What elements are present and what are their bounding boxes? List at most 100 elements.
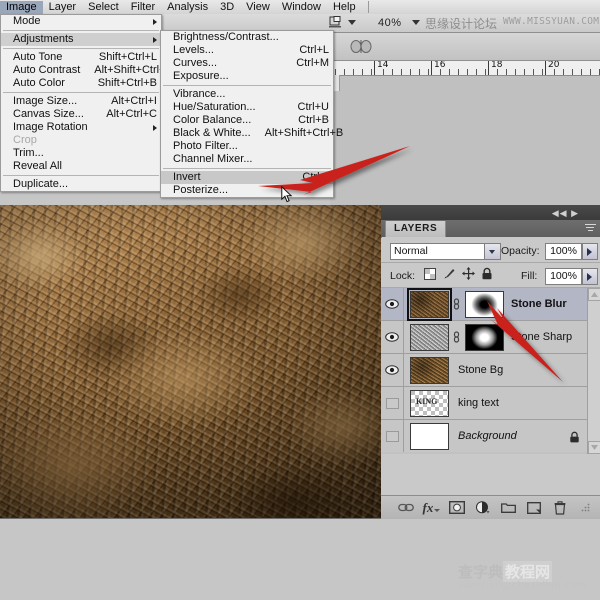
menu-row-auto-color[interactable]: Auto Color Shift+Ctrl+B — [1, 77, 161, 90]
chevron-down-icon[interactable] — [484, 244, 500, 259]
fill-input[interactable]: 100% — [545, 268, 582, 285]
menu-item-view[interactable]: View — [240, 1, 276, 14]
lock-all-icon[interactable] — [481, 267, 493, 280]
eye-icon-hidden[interactable] — [386, 431, 399, 442]
submenu-row-channel-mixer[interactable]: Channel Mixer... — [161, 153, 333, 166]
layer-name[interactable]: Stone Sharp — [511, 331, 572, 343]
layer-thumbnail[interactable] — [410, 324, 449, 351]
screen-mode-chevron-down-icon[interactable] — [348, 20, 356, 25]
zoom-level-value[interactable]: 40% — [378, 17, 402, 29]
menu-row-reveal-all[interactable]: Reveal All — [1, 160, 161, 173]
lock-transparent-pixels-icon[interactable] — [424, 268, 436, 280]
eye-icon[interactable] — [385, 332, 399, 342]
menu-row-label: Hue/Saturation... — [173, 101, 256, 114]
table-row[interactable]: Background — [381, 420, 587, 452]
layer-visibility-cell[interactable] — [381, 321, 404, 353]
image-canvas[interactable] — [0, 205, 384, 519]
lock-image-pixels-icon[interactable] — [443, 267, 456, 280]
layer-name[interactable]: king text — [458, 397, 499, 409]
menu-item-window[interactable]: Window — [276, 1, 327, 14]
layer-thumbnail[interactable] — [410, 291, 449, 318]
menu-item-analysis[interactable]: Analysis — [161, 1, 214, 14]
eye-icon[interactable] — [385, 299, 399, 309]
menu-row-auto-contrast[interactable]: Auto Contrast Alt+Shift+Ctrl+L — [1, 64, 161, 77]
table-row[interactable]: Stone Sharp — [381, 321, 587, 354]
add-layer-mask-icon[interactable] — [444, 497, 470, 519]
collapse-panel-icon[interactable]: ◀◀ ▶ — [552, 208, 579, 219]
menu-item-3d[interactable]: 3D — [214, 1, 240, 14]
menu-bar: Image Layer Select Filter Analysis 3D Vi… — [0, 0, 600, 15]
panel-resize-grip-icon[interactable] — [572, 497, 598, 519]
layer-style-fx-icon[interactable]: fx — [419, 497, 445, 519]
layer-thumbnail[interactable]: KING — [410, 390, 449, 417]
layer-name[interactable]: Stone Blur — [511, 298, 567, 310]
adjustments-submenu[interactable]: Brightness/Contrast... Levels... Ctrl+L … — [160, 30, 334, 198]
layer-visibility-cell[interactable] — [381, 387, 404, 419]
screen-mode-icon[interactable] — [329, 16, 345, 30]
layer-mask-thumbnail[interactable] — [465, 324, 504, 351]
layer-visibility-cell[interactable] — [381, 288, 404, 320]
image-menu-dropdown[interactable]: Mode Adjustments Auto Tone Shift+Ctrl+L … — [0, 14, 162, 192]
panel-menu-icon[interactable] — [585, 224, 596, 233]
menu-row-canvas-size[interactable]: Canvas Size... Alt+Ctrl+C — [1, 108, 161, 121]
submenu-row-levels[interactable]: Levels... Ctrl+L — [161, 44, 333, 57]
menu-row-duplicate[interactable]: Duplicate... — [1, 178, 161, 191]
new-group-icon[interactable] — [496, 497, 522, 519]
layer-name[interactable]: Stone Bg — [458, 364, 503, 376]
menu-item-help[interactable]: Help — [327, 1, 362, 14]
link-mask-icon[interactable] — [452, 331, 461, 344]
menu-item-filter[interactable]: Filter — [125, 1, 161, 14]
menu-row-image-size[interactable]: Image Size... Alt+Ctrl+I — [1, 95, 161, 108]
menu-row-image-rotation[interactable]: Image Rotation — [1, 121, 161, 134]
submenu-row-curves[interactable]: Curves... Ctrl+M — [161, 57, 333, 70]
submenu-row-exposure[interactable]: Exposure... — [161, 70, 333, 83]
layer-thumbnail[interactable] — [410, 423, 449, 450]
submenu-row-black-and-white[interactable]: Black & White... Alt+Shift+Ctrl+B — [161, 127, 333, 140]
blend-mode-select[interactable]: Normal — [390, 243, 501, 260]
tab-layers[interactable]: LAYERS — [385, 221, 446, 237]
new-fill-adjustment-layer-icon[interactable] — [470, 497, 496, 519]
link-mask-icon[interactable] — [452, 298, 461, 311]
menu-item-layer[interactable]: Layer — [43, 1, 83, 14]
new-layer-icon[interactable] — [521, 497, 547, 519]
fill-slider-arrow-icon[interactable] — [582, 268, 598, 285]
submenu-row-photo-filter[interactable]: Photo Filter... — [161, 140, 333, 153]
layer-thumbnail[interactable] — [410, 357, 449, 384]
menu-item-image[interactable]: Image — [0, 1, 43, 14]
menu-row-auto-tone[interactable]: Auto Tone Shift+Ctrl+L — [1, 51, 161, 64]
submenu-row-brightness-contrast[interactable]: Brightness/Contrast... — [161, 31, 333, 44]
zoom-chevron-down-icon[interactable] — [412, 20, 420, 25]
menu-row-label: Trim... — [13, 147, 44, 160]
link-layers-icon[interactable] — [393, 497, 419, 519]
submenu-row-invert[interactable]: Invert Ctrl+I — [161, 171, 333, 184]
menu-separator — [163, 85, 331, 86]
submenu-row-posterize[interactable]: Posterize... — [161, 184, 333, 197]
submenu-row-vibrance[interactable]: Vibrance... — [161, 88, 333, 101]
menu-row-shortcut: Shift+Ctrl+L — [85, 51, 157, 64]
layers-scrollbar[interactable] — [587, 288, 600, 454]
delete-layer-icon[interactable] — [547, 497, 573, 519]
layer-mask-thumbnail[interactable] — [465, 291, 504, 318]
menu-item-select[interactable]: Select — [82, 1, 125, 14]
menu-row-trim[interactable]: Trim... — [1, 147, 161, 160]
lock-position-icon[interactable] — [462, 267, 475, 280]
menu-row-adjustments[interactable]: Adjustments — [1, 33, 161, 46]
document-canvas-area — [330, 75, 600, 205]
submenu-row-hue-saturation[interactable]: Hue/Saturation... Ctrl+U — [161, 101, 333, 114]
submenu-row-color-balance[interactable]: Color Balance... Ctrl+B — [161, 114, 333, 127]
menu-row-shortcut: Alt+Shift+Ctrl+L — [80, 64, 171, 77]
layer-visibility-cell[interactable] — [381, 420, 404, 452]
layer-name[interactable]: Background — [458, 430, 517, 442]
layer-visibility-cell[interactable] — [381, 354, 404, 386]
scroll-down-arrow-icon[interactable] — [588, 441, 600, 454]
table-row[interactable]: Stone Bg — [381, 354, 587, 387]
opacity-input[interactable]: 100% — [545, 243, 582, 260]
opacity-slider-arrow-icon[interactable] — [582, 243, 598, 260]
eye-icon-hidden[interactable] — [386, 398, 399, 409]
menu-row-mode[interactable]: Mode — [1, 15, 161, 28]
table-row[interactable]: KING king text — [381, 387, 587, 420]
scroll-up-arrow-icon[interactable] — [588, 288, 600, 301]
table-row[interactable]: Stone Blur — [381, 288, 587, 321]
eye-icon[interactable] — [385, 365, 399, 375]
watermark-bottom-url: jiaocheng.chazidian.com — [458, 580, 586, 591]
